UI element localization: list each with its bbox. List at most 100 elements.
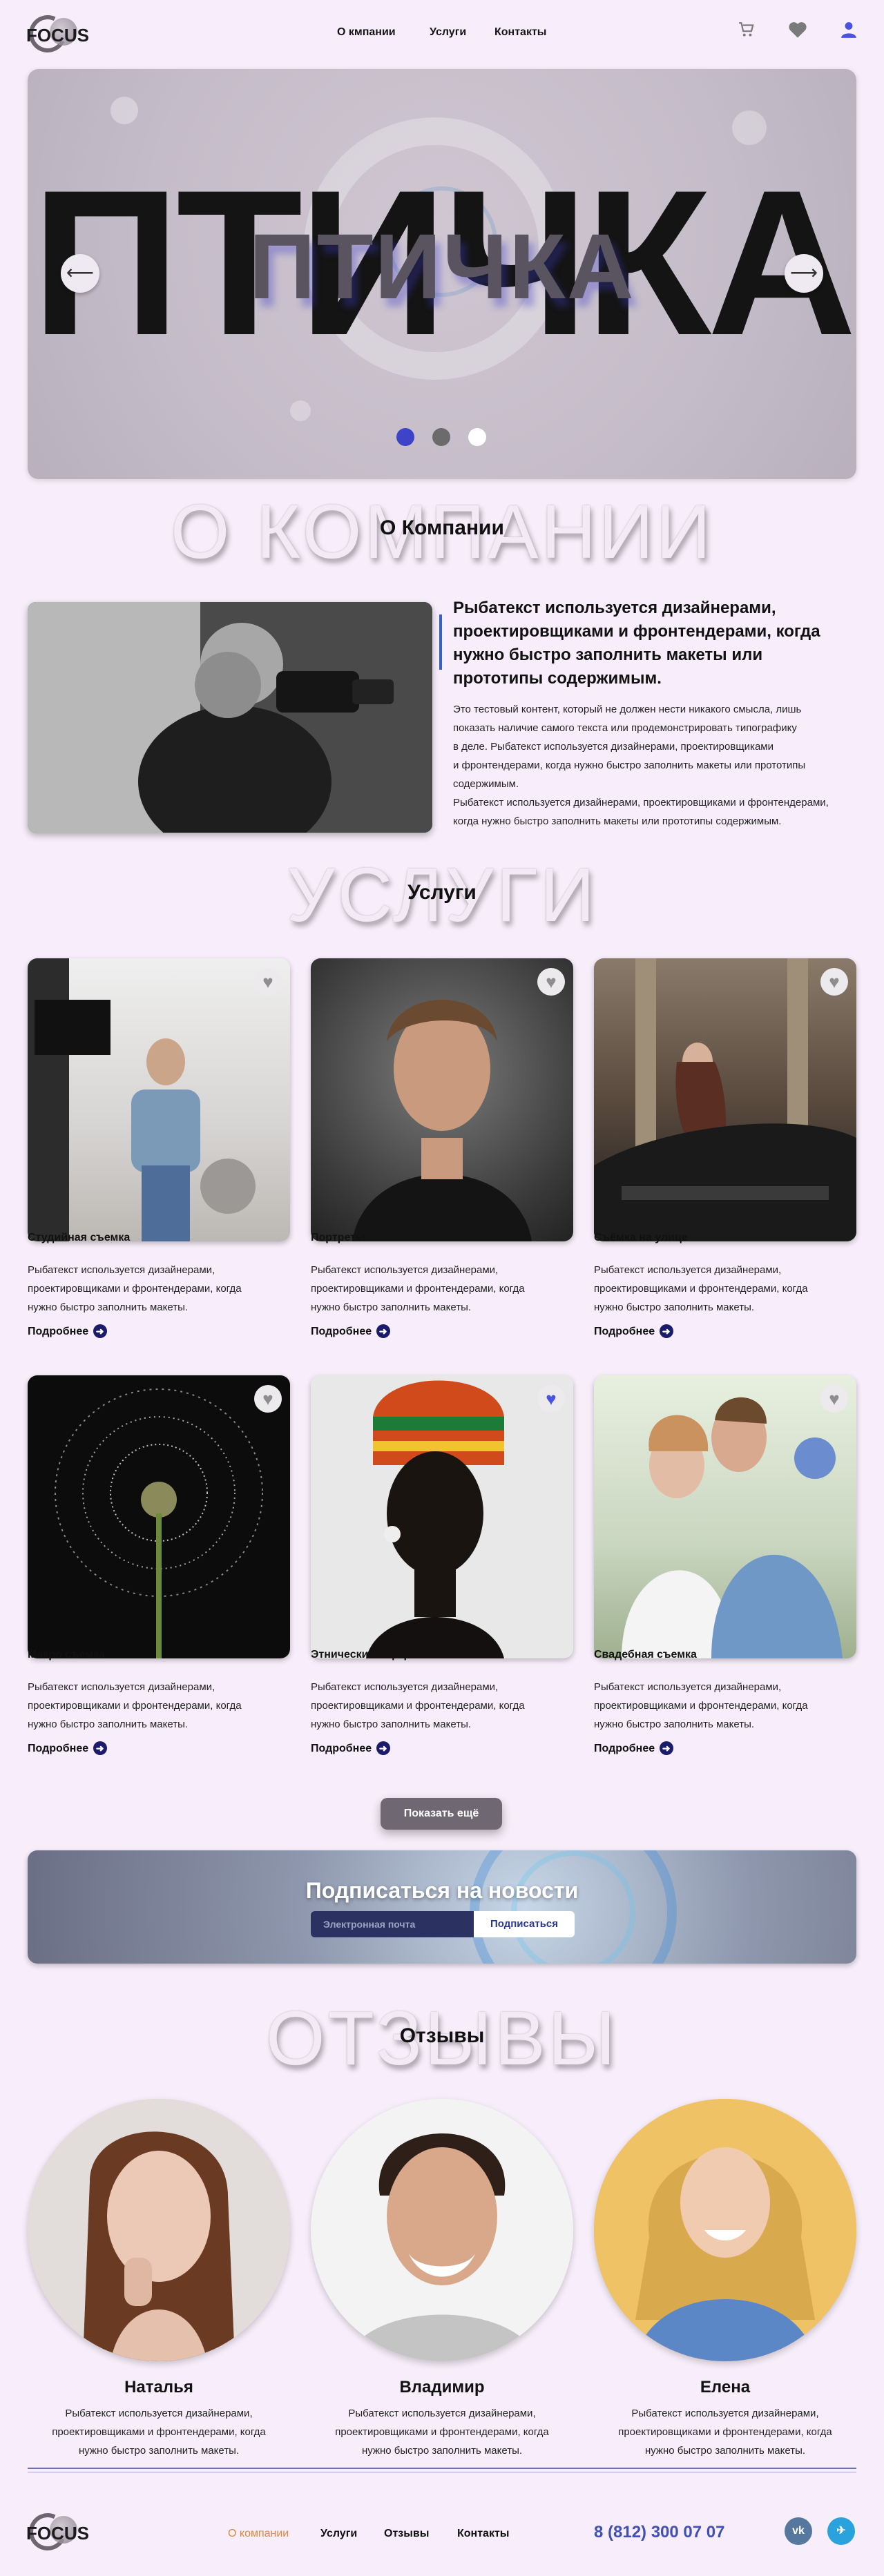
hero-title: ПТИЧКА: [249, 215, 635, 318]
service-desc-line: Рыбатекст используется дизайнерами,: [311, 1681, 499, 1693]
cart-icon[interactable]: [736, 21, 757, 41]
favorite-heart-icon[interactable]: ♥: [820, 968, 848, 996]
nav-about[interactable]: О кмпании: [337, 26, 396, 39]
more-link[interactable]: Подробнее ➜: [28, 1324, 107, 1338]
service-desc-line: нужно быстро заполнить макеты.: [594, 1718, 755, 1730]
footer-logo[interactable]: FOCUS: [23, 2508, 102, 2556]
slider-prev-button[interactable]: ⟵: [61, 254, 99, 293]
telegram-icon[interactable]: ✈: [827, 2517, 855, 2545]
favorite-heart-icon[interactable]: ♥: [254, 1385, 282, 1413]
user-icon[interactable]: [838, 21, 859, 41]
about-text-line: содержимым.: [453, 778, 519, 790]
footer-divider: [28, 2468, 856, 2469]
vk-icon[interactable]: vk: [785, 2517, 812, 2545]
arrow-right-icon: ➜: [376, 1741, 390, 1755]
reviews-title: Отзывы: [399, 2024, 485, 2047]
review-text-line: нужно быстро заполнить макеты.: [644, 2445, 806, 2457]
slider-dot-2[interactable]: [432, 428, 450, 446]
more-link[interactable]: Подробнее ➜: [311, 1741, 390, 1755]
more-link[interactable]: Подробнее ➜: [311, 1324, 390, 1338]
slider-dot-3[interactable]: [468, 428, 486, 446]
arrow-right-icon: ➜: [659, 1324, 673, 1338]
footer-nav-reviews[interactable]: Отзывы: [384, 2528, 429, 2540]
arrow-right-icon: ➜: [376, 1324, 390, 1338]
footer-nav-contacts[interactable]: Контакты: [457, 2528, 509, 2540]
service-desc-line: проектировщиками и фронтендерами, когда: [594, 1700, 808, 1712]
service-desc-line: Рыбатекст используется дизайнерами,: [594, 1264, 782, 1276]
service-desc-line: проектировщиками и фронтендерами, когда: [28, 1283, 242, 1295]
service-title: Съёмка на улице: [594, 1232, 688, 1243]
service-card[interactable]: ♥ Этнический портрет Рыбатекст используе…: [311, 1375, 573, 1762]
about-text-line: показать наличие самого текста или проде…: [453, 722, 797, 734]
review-text-line: проектировщиками и фронтендерами, когда: [335, 2426, 549, 2438]
review-text-line: Рыбатекст используется дизайнерами,: [348, 2408, 536, 2419]
review-text-line: проектировщиками и фронтендерами, когда: [52, 2426, 266, 2438]
nav-contacts[interactable]: Контакты: [494, 26, 546, 39]
service-desc-line: Рыбатекст используется дизайнерами,: [594, 1681, 782, 1693]
service-card[interactable]: ♥ Портреты Рыбатекст используется дизайн…: [311, 958, 573, 1345]
favorite-heart-icon[interactable]: ♥: [254, 968, 282, 996]
service-desc-line: нужно быстро заполнить макеты.: [28, 1301, 189, 1313]
about-text-line: когда нужно быстро заполнить макеты или …: [453, 815, 782, 827]
about-accent-bar: [439, 614, 442, 670]
service-desc-line: нужно быстро заполнить макеты.: [594, 1301, 755, 1313]
service-title: Макро съемка: [28, 1649, 106, 1660]
service-photo: ♥: [311, 1375, 573, 1658]
review-text: Рыбатекст используется дизайнерами, прое…: [311, 2404, 573, 2460]
subscribe-button[interactable]: Подписаться: [474, 1911, 575, 1937]
service-desc-line: нужно быстро заполнить макеты.: [311, 1301, 472, 1313]
review-text: Рыбатекст используется дизайнерами, прое…: [594, 2404, 856, 2460]
service-description: Рыбатекст используется дизайнерами, прое…: [28, 1261, 290, 1317]
about-photo: [28, 602, 432, 833]
slider-next-button[interactable]: ⟶: [785, 254, 823, 293]
service-card[interactable]: ♥ Съёмка на улице Рыбатекст используется…: [594, 958, 856, 1345]
review-text-line: проектировщиками и фронтендерами, когда: [618, 2426, 832, 2438]
service-card[interactable]: ♥ Студийная съемка Рыбатекст используетс…: [28, 958, 290, 1345]
more-label: Подробнее: [28, 1743, 89, 1754]
favorite-heart-icon[interactable]: ♥: [537, 1385, 565, 1413]
service-desc-line: проектировщиками и фронтендерами, когда: [594, 1283, 808, 1295]
reviewer-name: Наталья: [124, 2378, 193, 2396]
arrow-right-icon: ➜: [659, 1741, 673, 1755]
service-photo: ♥: [28, 958, 290, 1241]
review-text: Рыбатекст используется дизайнерами, прое…: [28, 2404, 290, 2460]
footer-nav-services[interactable]: Услуги: [320, 2528, 357, 2540]
favorite-heart-icon[interactable]: ♥: [537, 968, 565, 996]
service-desc-line: Рыбатекст используется дизайнерами,: [311, 1264, 499, 1276]
site-header: FOCUS О кмпании Услуги Контакты: [0, 0, 884, 68]
more-link[interactable]: Подробнее ➜: [594, 1324, 673, 1338]
service-desc-line: нужно быстро заполнить макеты.: [28, 1718, 189, 1730]
about-title: О Компании: [380, 516, 504, 539]
heart-icon[interactable]: [787, 21, 808, 41]
service-desc-line: проектировщиками и фронтендерами, когда: [311, 1700, 525, 1712]
service-description: Рыбатекст используется дизайнерами, прое…: [311, 1678, 573, 1734]
slider-dot-1[interactable]: [396, 428, 414, 446]
services-title: Услуги: [407, 881, 477, 904]
service-photo: ♥: [28, 1375, 290, 1658]
hero-slider: ПТИЧКА ПТИЧКА ⟵ ⟶: [28, 69, 856, 479]
about-heading: Рыбатекст используется дизайнерами, прое…: [453, 599, 820, 688]
service-title: Студийная съемка: [28, 1232, 131, 1243]
more-label: Подробнее: [311, 1743, 372, 1754]
reviewer-name: Елена: [700, 2378, 751, 2396]
show-more-button[interactable]: Показать ещё: [381, 1798, 502, 1830]
footer-nav-about[interactable]: О компании: [228, 2528, 289, 2540]
service-title: Свадебная съемка: [594, 1649, 697, 1660]
more-link[interactable]: Подробнее ➜: [28, 1741, 107, 1755]
more-label: Подробнее: [594, 1326, 655, 1337]
logo[interactable]: FOCUS: [23, 10, 102, 58]
email-input[interactable]: Электронная почта: [311, 1911, 474, 1937]
subscribe-banner: Подписаться на новости Электронная почта…: [28, 1850, 856, 1964]
phone-number[interactable]: 8 (812) 300 07 07: [594, 2523, 724, 2542]
service-card[interactable]: ♥ Свадебная съемка Рыбатекст используетс…: [594, 1375, 856, 1762]
more-link[interactable]: Подробнее ➜: [594, 1741, 673, 1755]
service-card[interactable]: ♥ Макро съемка Рыбатекст используется ди…: [28, 1375, 290, 1762]
service-desc-line: проектировщиками и фронтендерами, когда: [28, 1700, 242, 1712]
favorite-heart-icon[interactable]: ♥: [820, 1385, 848, 1413]
reviewer-name: Владимир: [399, 2378, 485, 2396]
nav-services[interactable]: Услуги: [430, 26, 466, 39]
review-text-line: Рыбатекст используется дизайнерами,: [631, 2408, 819, 2419]
subscribe-title: Подписаться на новости: [305, 1878, 579, 1903]
service-desc-line: нужно быстро заполнить макеты.: [311, 1718, 472, 1730]
service-photo: ♥: [594, 1375, 856, 1658]
